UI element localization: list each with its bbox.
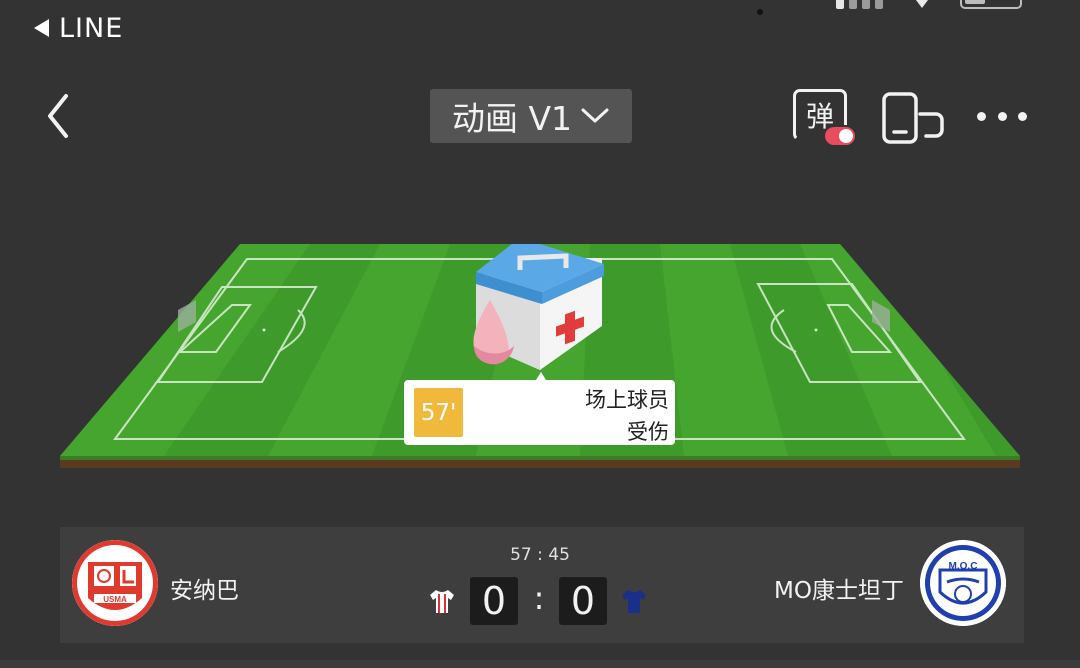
mode-label: 动画 V1	[451, 99, 573, 138]
more-dot-icon	[977, 111, 986, 121]
score-separator: :	[533, 579, 545, 617]
animation-version-dropdown[interactable]: 动画 V1	[430, 89, 632, 143]
svg-text:M.O.C: M.O.C	[949, 561, 978, 572]
event-title: 场上球员	[585, 388, 669, 412]
home-score: 0	[470, 577, 518, 625]
event-minute-badge: 57'	[414, 388, 463, 437]
score-bar: USMA 安纳巴 57 : 45 0 : 0 MO康士坦丁 M.O.C	[60, 527, 1024, 643]
home-team-name: 安纳巴	[170, 578, 239, 604]
danmaku-switch[interactable]	[823, 125, 857, 147]
back-triangle-icon	[34, 19, 49, 37]
more-options-button[interactable]	[974, 100, 1030, 132]
event-card: 57' 场上球员 受伤	[404, 380, 675, 445]
away-team-logo[interactable]: M.O.C	[920, 540, 1006, 626]
back-app-label: LINE	[59, 12, 124, 44]
away-team-crest-icon: M.O.C	[920, 540, 1006, 626]
svg-text:USMA: USMA	[103, 595, 127, 604]
danmaku-toggle-button[interactable]: 弹	[793, 89, 861, 151]
screen-rotate-icon	[882, 92, 944, 144]
more-dot-icon	[1018, 111, 1027, 121]
football-pitch	[60, 244, 1020, 468]
chevron-down-icon	[581, 108, 609, 123]
event-detail: 受伤	[627, 420, 669, 444]
home-jersey-icon	[430, 590, 454, 613]
back-button[interactable]	[38, 88, 82, 144]
wifi-icon	[916, 0, 928, 8]
camera-dot	[757, 9, 763, 15]
status-bar: LINE	[0, 0, 1080, 56]
event-card-pointer	[536, 372, 546, 380]
battery-icon	[960, 0, 1022, 9]
match-animation-area	[0, 160, 1080, 520]
away-score: 0	[559, 577, 607, 625]
home-team-logo[interactable]: USMA	[72, 540, 158, 626]
signal-icon	[836, 0, 886, 9]
screen-rotate-button[interactable]	[880, 90, 946, 146]
away-team-name: MO康士坦丁	[774, 578, 904, 604]
bottom-strip	[0, 660, 1080, 668]
away-jersey-icon	[622, 590, 646, 613]
more-dot-icon	[997, 111, 1007, 121]
back-to-app-link[interactable]: LINE	[34, 12, 123, 44]
match-clock: 57 : 45	[510, 545, 570, 565]
home-team-crest-icon: USMA	[72, 540, 158, 626]
chevron-left-icon	[48, 94, 68, 138]
